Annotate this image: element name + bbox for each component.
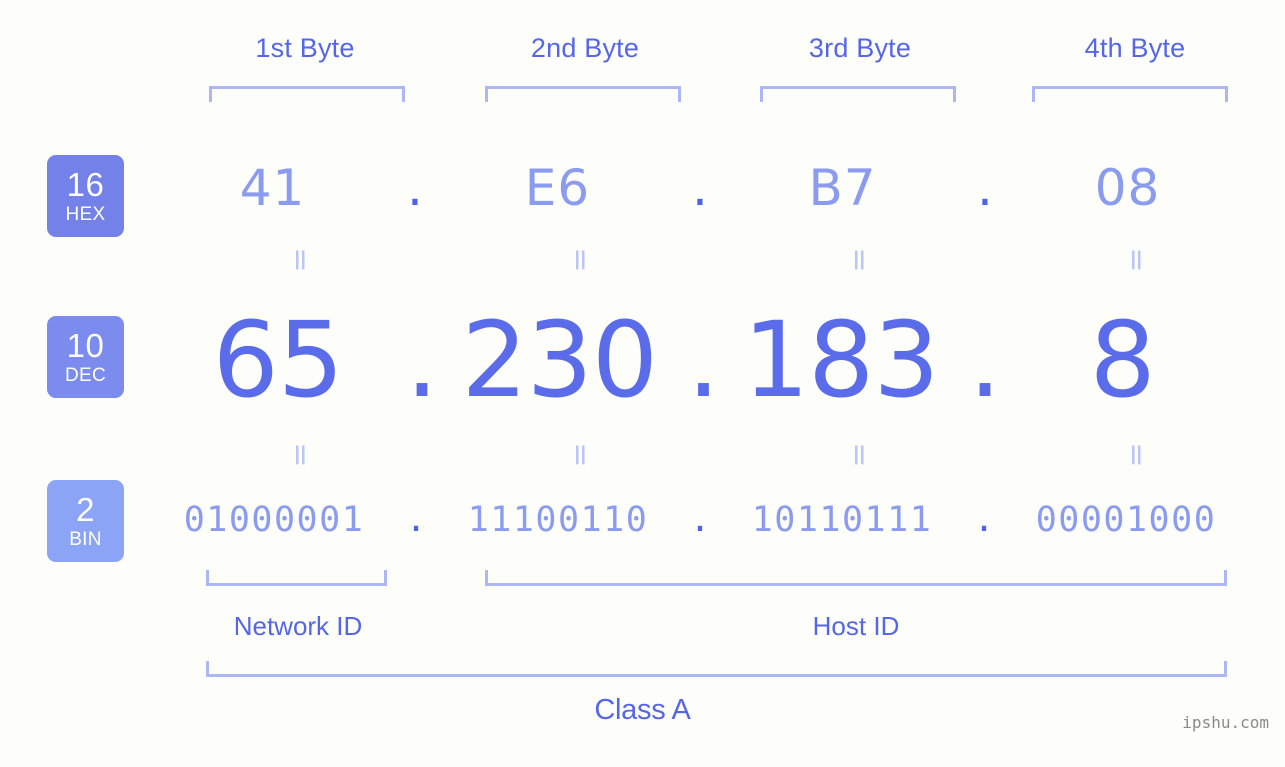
base-badge-hex-number: 16 <box>66 166 105 203</box>
host-id-bracket <box>485 570 1227 586</box>
base-badge-bin-label: BIN <box>69 529 102 550</box>
class-bracket <box>206 661 1227 677</box>
base-badge-dec-label: DEC <box>64 365 106 386</box>
dec-separator-2: . <box>687 298 721 421</box>
byte-header-3: 3rd Byte <box>808 33 912 63</box>
equals-dec-bin-2: = <box>563 442 598 468</box>
class-label: Class A <box>594 694 691 726</box>
equals-hex-dec-3: = <box>842 247 877 273</box>
network-id-label: Network ID <box>233 611 363 641</box>
dec-value-row: 65 . 230 . 183 . 8 <box>150 298 1250 421</box>
equals-dec-bin-3: = <box>842 442 877 468</box>
hex-separator-3: . <box>977 159 993 217</box>
ip-breakdown-diagram: 1st Byte 2nd Byte 3rd Byte 4th Byte 16 H… <box>0 0 1285 767</box>
equals-dec-bin-1: = <box>283 442 318 468</box>
dec-byte-3: 183 <box>742 299 940 421</box>
hex-value-row: 41 . E6 . B7 . 08 <box>150 150 1250 226</box>
base-badge-hex-label: HEX <box>65 204 106 225</box>
base-badge-bin: 2 BIN <box>47 480 124 562</box>
network-id-bracket <box>206 570 387 586</box>
bin-separator-3: . <box>973 499 995 540</box>
site-watermark: ipshu.com <box>1182 713 1269 732</box>
hex-byte-4: 08 <box>1094 159 1161 217</box>
hex-byte-3: B7 <box>808 159 877 217</box>
hex-byte-2: E6 <box>524 159 591 217</box>
byte-bracket-top-4 <box>1032 86 1228 102</box>
bin-byte-1: 01000001 <box>183 500 365 540</box>
byte-header-2: 2nd Byte <box>530 33 640 63</box>
bin-value-row: 01000001 . 11100110 . 10110111 . 0000100… <box>150 487 1250 553</box>
base-badge-bin-number: 2 <box>76 491 95 528</box>
byte-header-4: 4th Byte <box>1084 33 1186 63</box>
bin-byte-4: 00001000 <box>1035 500 1217 540</box>
equals-dec-bin-4: = <box>1119 442 1154 468</box>
hex-byte-1: 41 <box>239 159 306 217</box>
dec-separator-3: . <box>968 298 1002 421</box>
host-id-label: Host ID <box>812 611 900 641</box>
dec-byte-1: 65 <box>212 299 344 421</box>
base-badge-dec: 10 DEC <box>47 316 124 398</box>
byte-bracket-top-2 <box>485 86 681 102</box>
byte-bracket-top-1 <box>209 86 405 102</box>
base-badge-hex: 16 HEX <box>47 155 124 237</box>
dec-byte-4: 8 <box>1089 299 1156 421</box>
equals-hex-dec-4: = <box>1119 247 1154 273</box>
dec-byte-2: 230 <box>461 299 658 421</box>
bin-byte-3: 10110111 <box>751 500 933 540</box>
hex-separator-2: . <box>692 159 708 217</box>
byte-header-1: 1st Byte <box>255 33 355 63</box>
base-badge-dec-number: 10 <box>66 327 105 364</box>
hex-separator-1: . <box>407 159 423 217</box>
dec-separator-1: . <box>405 298 439 421</box>
equals-hex-dec-2: = <box>563 247 598 273</box>
bin-separator-1: . <box>405 499 427 540</box>
byte-bracket-top-3 <box>760 86 956 102</box>
bin-byte-2: 11100110 <box>467 500 649 540</box>
bin-separator-2: . <box>689 499 711 540</box>
equals-hex-dec-1: = <box>283 247 318 273</box>
